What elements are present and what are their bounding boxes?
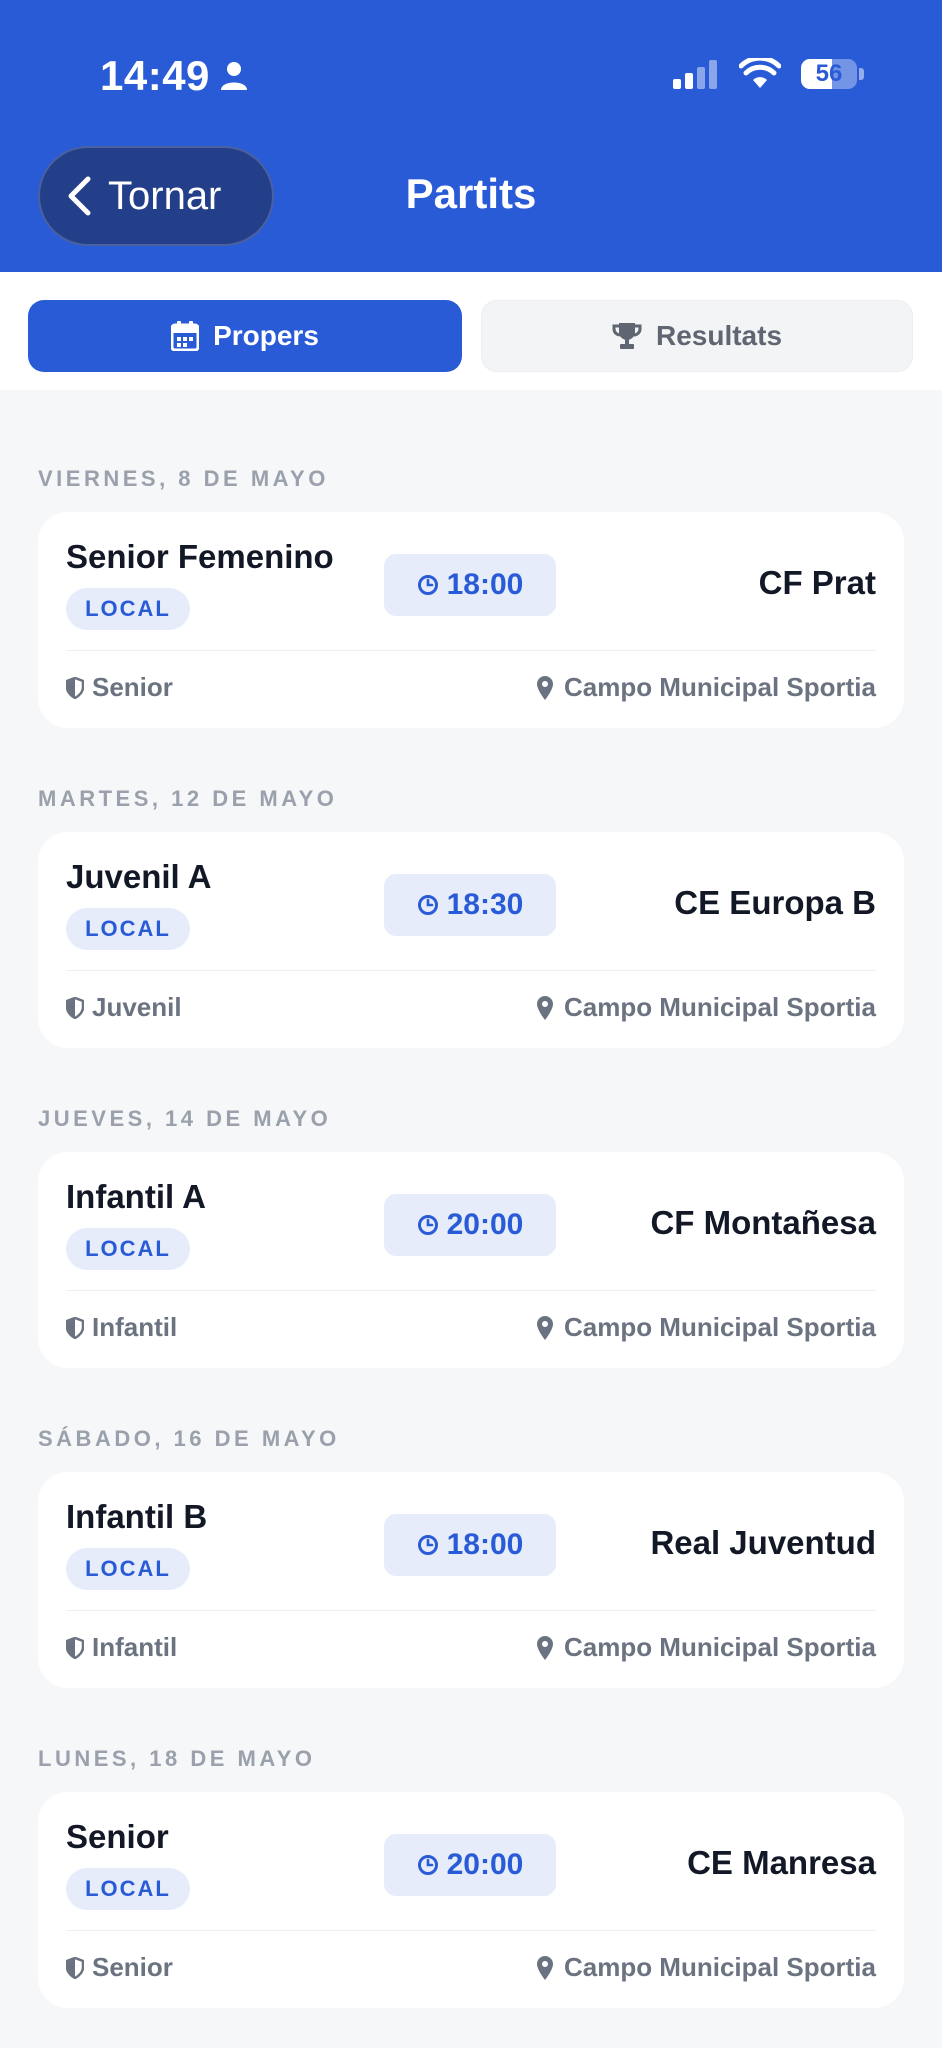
category-text: Senior	[92, 672, 173, 702]
match-time: 20:00	[384, 1834, 556, 1896]
tab-propers-label: Propers	[213, 320, 319, 351]
location-pin-icon	[536, 1315, 553, 1340]
match-card[interactable]: Infantil A LOCAL 20:00 CF Montañesa Infa…	[38, 1152, 904, 1368]
wifi-icon	[739, 58, 781, 88]
battery-indicator: 56	[801, 59, 857, 89]
opponent-name: Real Juventud	[650, 1524, 876, 1561]
match-card[interactable]: Juvenil A LOCAL 18:30 CE Europa B Juveni…	[38, 832, 904, 1048]
venue-row: Campo Municipal Sportia	[536, 1312, 876, 1343]
status-bar-indicators: 56	[673, 58, 864, 90]
segmented-tabs: Propers Resultats	[0, 272, 942, 390]
page-title: Partits	[405, 170, 537, 217]
match-card[interactable]: Senior Femenino LOCAL 18:00 CF Prat Seni…	[38, 512, 904, 728]
category-row: Senior	[66, 1952, 173, 1983]
category-row: Infantil	[66, 1632, 177, 1663]
card-divider	[66, 1290, 876, 1291]
venue-row: Campo Municipal Sportia	[536, 672, 876, 703]
trophy-icon	[612, 323, 642, 349]
clock-icon	[417, 1535, 438, 1555]
category-row: Juvenil	[66, 992, 182, 1023]
date-heading: JUEVES, 14 DE MAYO	[38, 1106, 332, 1131]
category-text: Juvenil	[92, 992, 182, 1022]
shield-icon	[66, 1956, 84, 1979]
venue-text: Campo Municipal Sportia	[563, 1312, 876, 1342]
shield-icon	[66, 1316, 84, 1339]
match-time-text: 18:00	[446, 568, 524, 601]
match-card[interactable]: Infantil B LOCAL 18:00 Real Juventud Inf…	[38, 1472, 904, 1688]
date-heading: VIERNES, 8 DE MAYO	[38, 466, 329, 491]
match-time: 20:00	[384, 1194, 556, 1256]
location-pin-icon	[536, 675, 553, 700]
location-pin-icon	[536, 995, 553, 1020]
match-card[interactable]: Senior LOCAL 20:00 CE Manresa Senior Cam…	[38, 1792, 904, 2008]
location-pin-icon	[536, 1635, 553, 1660]
opponent-name: CF Prat	[758, 564, 876, 601]
card-divider	[66, 1930, 876, 1931]
local-badge: LOCAL	[66, 588, 190, 630]
battery-cap	[859, 68, 864, 80]
app-header: 14:49 56 Tornar Partits	[0, 0, 942, 272]
clock-text: 14:49	[100, 52, 210, 99]
team-name: Infantil A	[66, 1178, 206, 1215]
venue-text: Campo Municipal Sportia	[563, 672, 876, 702]
match-time: 18:00	[384, 554, 556, 616]
shield-icon	[66, 1636, 84, 1659]
match-time-text: 20:00	[446, 1848, 524, 1881]
shield-icon	[66, 996, 84, 1019]
date-heading: SÁBADO, 16 DE MAYO	[38, 1426, 340, 1451]
category-row: Infantil	[66, 1312, 177, 1343]
venue-text: Campo Municipal Sportia	[563, 1632, 876, 1662]
calendar-icon	[171, 321, 200, 351]
local-badge: LOCAL	[66, 908, 190, 950]
venue-text: Campo Municipal Sportia	[563, 1952, 876, 1982]
clock-icon	[417, 1215, 438, 1235]
category-text: Infantil	[92, 1632, 178, 1662]
team-name: Juvenil A	[66, 858, 212, 895]
tab-resultats-label: Resultats	[655, 320, 783, 351]
match-time: 18:00	[384, 1514, 556, 1576]
date-heading: LUNES, 18 DE MAYO	[38, 1746, 316, 1771]
card-divider	[66, 1610, 876, 1611]
tab-propers[interactable]: Propers	[28, 300, 462, 372]
date-heading: MARTES, 12 DE MAYO	[38, 786, 338, 811]
match-time: 18:30	[384, 874, 556, 936]
local-badge: LOCAL	[66, 1868, 190, 1910]
category-text: Infantil	[92, 1312, 178, 1342]
match-time-text: 20:00	[446, 1208, 524, 1241]
clock-icon	[417, 895, 438, 915]
team-name: Senior	[66, 1818, 169, 1855]
match-time-text: 18:00	[446, 1528, 524, 1561]
clock-icon	[417, 575, 438, 595]
tab-resultats[interactable]: Resultats	[481, 300, 913, 372]
opponent-name: CF Montañesa	[650, 1204, 876, 1241]
venue-text: Campo Municipal Sportia	[563, 992, 876, 1022]
venue-row: Campo Municipal Sportia	[536, 992, 876, 1023]
local-badge: LOCAL	[66, 1548, 190, 1590]
battery-level-text: 56	[815, 60, 843, 87]
team-name: Infantil B	[66, 1498, 208, 1535]
clock-icon	[417, 1855, 438, 1875]
category-row: Senior	[66, 672, 173, 703]
location-pin-icon	[536, 1955, 553, 1980]
person-icon	[220, 62, 247, 90]
category-text: Senior	[92, 1952, 173, 1982]
status-bar-time: 14:49	[100, 52, 248, 100]
shield-icon	[66, 676, 84, 699]
local-badge: LOCAL	[66, 1228, 190, 1270]
venue-row: Campo Municipal Sportia	[536, 1952, 876, 1983]
card-divider	[66, 650, 876, 651]
opponent-name: CE Manresa	[687, 1844, 876, 1881]
opponent-name: CE Europa B	[674, 884, 876, 921]
card-divider	[66, 970, 876, 971]
venue-row: Campo Municipal Sportia	[536, 1632, 876, 1663]
team-name: Senior Femenino	[66, 538, 334, 575]
match-time-text: 18:30	[446, 888, 524, 921]
cellular-signal-icon	[673, 60, 717, 89]
